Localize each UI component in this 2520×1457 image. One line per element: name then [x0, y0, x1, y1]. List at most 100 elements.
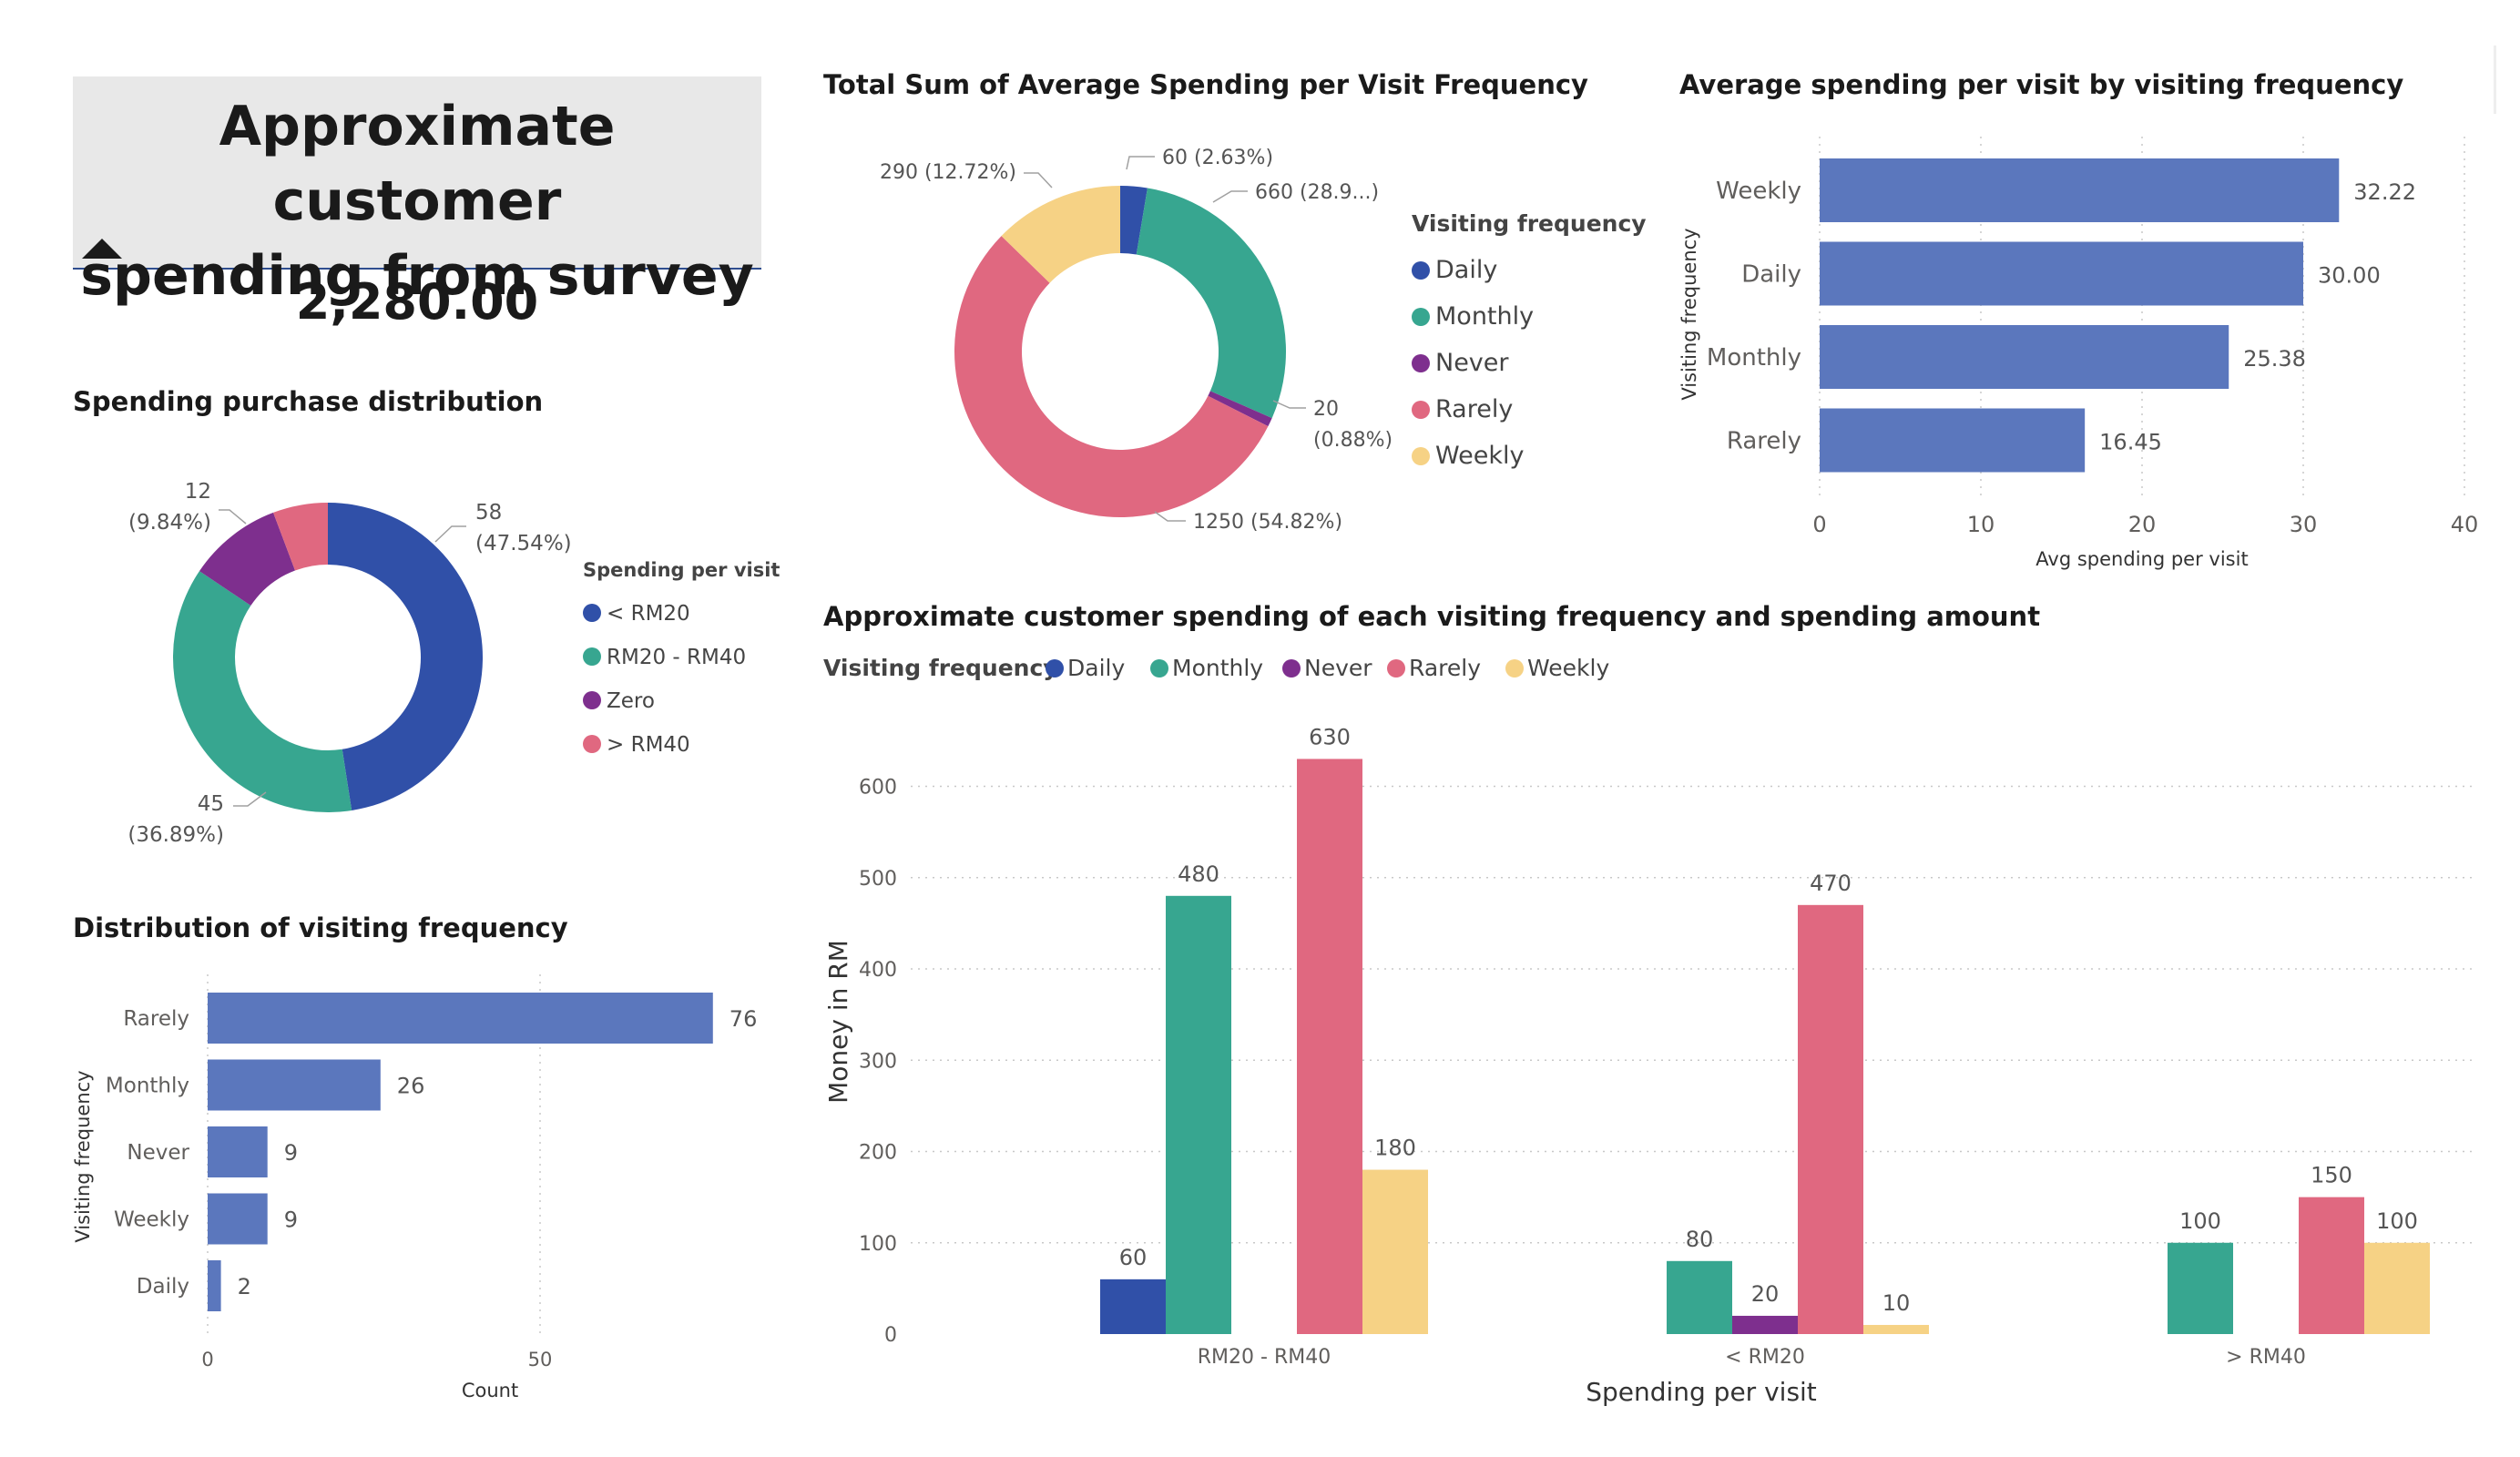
tick-label: 30: [2290, 512, 2318, 537]
total-legend-legend-marker-0: [1412, 261, 1430, 280]
clustered-legend-label-1: Monthly: [1172, 655, 1263, 681]
bar-monthly[interactable]: [208, 1059, 381, 1111]
category-label: Rarely: [1727, 428, 1801, 455]
bar-weekly-0[interactable]: [1362, 1169, 1428, 1334]
total-legend-legend-label-4: Weekly: [1435, 442, 1524, 470]
data-label: 470: [1810, 871, 1852, 896]
category-label: < RM20: [1725, 1346, 1805, 1369]
bar-daily[interactable]: [1820, 241, 2303, 306]
data-label: 10: [1882, 1290, 1911, 1316]
data-label: 60 (2.63%): [1162, 147, 1273, 169]
spending-donut-slice-0[interactable]: [328, 503, 483, 810]
data-label: 80: [1686, 1227, 1714, 1252]
bar-never[interactable]: [208, 1126, 268, 1177]
data-label: 32.22: [2353, 179, 2416, 205]
data-label: (47.54%): [475, 532, 572, 555]
tick-label: 50: [528, 1349, 553, 1370]
clustered-legend-marker-4: [1505, 659, 1524, 678]
data-label: 660 (28.9...): [1255, 181, 1379, 204]
tick-label: 400: [859, 959, 897, 982]
data-label: 30.00: [2318, 263, 2381, 289]
bar-rarely-2[interactable]: [2299, 1197, 2364, 1334]
total-legend-legend-marker-2: [1412, 354, 1430, 372]
spending-legend-legend-marker-2: [583, 691, 601, 709]
tick-label: 0: [1812, 512, 1826, 537]
category-label: Monthly: [106, 1075, 189, 1098]
tick-label: 300: [859, 1050, 897, 1073]
y-axis-title: Visiting frequency: [72, 1070, 94, 1242]
spending-legend-legend-marker-1: [583, 647, 601, 666]
total-donut-slice-1[interactable]: [1136, 188, 1287, 419]
x-axis-title: Count: [462, 1380, 518, 1401]
total-legend-legend-label-0: Daily: [1435, 256, 1497, 284]
spending-legend-legend-label-2: Zero: [607, 689, 655, 713]
tick-label: 200: [859, 1142, 897, 1165]
category-label: Never: [127, 1141, 189, 1165]
data-label: 25.38: [2243, 346, 2306, 372]
leader-line: [1212, 190, 1248, 203]
bar-weekly-2[interactable]: [2364, 1242, 2430, 1334]
category-label: Monthly: [1707, 344, 1801, 372]
bar-rarely-1[interactable]: [1798, 904, 1863, 1334]
spending-legend-legend-marker-0: [583, 604, 601, 622]
clustered-legend-label-2: Never: [1304, 655, 1372, 681]
category-label: Rarely: [123, 1007, 189, 1031]
bar-monthly[interactable]: [1820, 325, 2229, 389]
tick-label: 600: [859, 777, 897, 800]
tick-label: 20: [2128, 512, 2157, 537]
tick-label: 0: [884, 1324, 897, 1347]
category-label: Weekly: [114, 1208, 189, 1232]
bar-monthly-0[interactable]: [1166, 895, 1231, 1334]
category-label: RM20 - RM40: [1198, 1346, 1331, 1369]
data-label: 630: [1309, 724, 1351, 749]
clustered-legend-marker-3: [1387, 659, 1405, 678]
data-label: (36.89%): [128, 823, 224, 847]
data-label: 58: [475, 501, 502, 525]
data-label: 100: [2376, 1208, 2418, 1234]
clustered-legend-marker-0: [1046, 659, 1064, 678]
category-label: Daily: [137, 1275, 189, 1299]
total-legend-legend-label-2: Never: [1435, 349, 1509, 377]
clustered-legend-marker-1: [1150, 659, 1168, 678]
data-label: 45: [198, 792, 224, 816]
bar-weekly-1[interactable]: [1863, 1324, 1929, 1334]
leader-line: [1154, 511, 1186, 522]
bar-rarely[interactable]: [1820, 408, 2086, 473]
charts-canvas: 58 (47.54%) 45 (36.89%) 12 (9.84%) Spending pe…: [72, 137, 2478, 1407]
data-label: (9.84%): [128, 511, 211, 535]
bar-weekly[interactable]: [1820, 158, 2340, 222]
data-label: 20: [1751, 1281, 1780, 1307]
clustered-legend-label-3: Rarely: [1409, 655, 1481, 681]
data-label: 100: [2179, 1208, 2221, 1234]
data-label: 76: [729, 1006, 758, 1032]
bar-daily-0[interactable]: [1100, 1279, 1166, 1334]
total-legend-legend-marker-3: [1412, 401, 1430, 419]
spending-legend-legend-title: Spending per visit: [583, 559, 780, 581]
leader-line: [1126, 156, 1155, 170]
data-label: 26: [397, 1074, 425, 1099]
bar-monthly-1[interactable]: [1667, 1260, 1732, 1334]
bar-never-1[interactable]: [1732, 1315, 1798, 1334]
bar-daily[interactable]: [208, 1260, 221, 1311]
data-label: 150: [2311, 1163, 2352, 1188]
clustered-legend-marker-2: [1282, 659, 1301, 678]
leader-line: [1024, 172, 1053, 188]
bar-monthly-2[interactable]: [2168, 1242, 2233, 1334]
y-axis-title: Visiting frequency: [1678, 228, 1700, 400]
spending-donut-slice-1[interactable]: [173, 571, 352, 812]
bar-weekly[interactable]: [208, 1193, 268, 1245]
spending-legend-legend-marker-3: [583, 735, 601, 753]
category-label: Daily: [1741, 261, 1801, 289]
bar-rarely[interactable]: [208, 993, 713, 1044]
tick-label: 500: [859, 868, 897, 891]
total-legend-legend-marker-1: [1412, 308, 1430, 326]
category-label: Weekly: [1716, 178, 1801, 205]
bar-rarely-0[interactable]: [1297, 759, 1362, 1334]
data-label: 180: [1374, 1136, 1416, 1161]
total-legend-legend-label-3: Rarely: [1435, 395, 1513, 423]
tick-label: 10: [1967, 512, 1995, 537]
clustered-legend-label-0: Daily: [1067, 655, 1125, 681]
total-legend-legend-title: Visiting frequency: [1412, 210, 1647, 237]
spending-legend-legend-label-0: < RM20: [607, 602, 690, 626]
category-label: > RM40: [2226, 1346, 2306, 1369]
